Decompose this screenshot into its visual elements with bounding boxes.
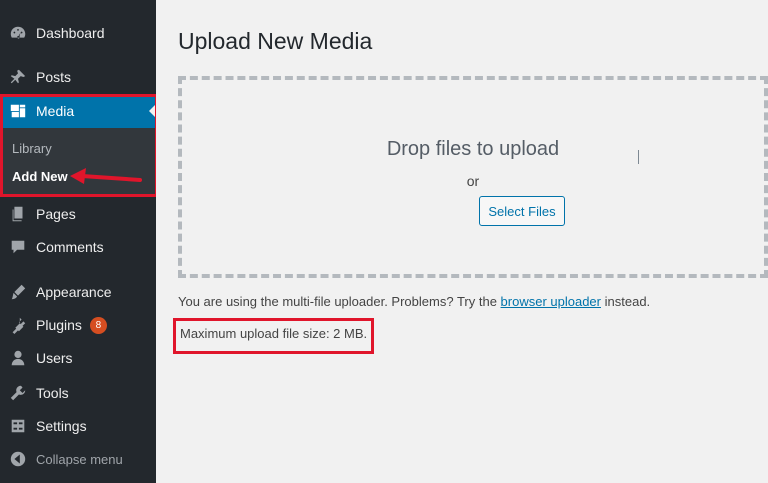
- sidebar-item-label: Users: [36, 350, 73, 366]
- uploader-note-suffix: instead.: [604, 294, 651, 309]
- max-size-highlight: [173, 318, 374, 354]
- sidebar-item-plugins[interactable]: Plugins 8: [0, 308, 156, 342]
- pin-icon: [8, 67, 28, 87]
- uploader-note: You are using the multi-file uploader. P…: [178, 294, 650, 309]
- or-text: or: [466, 173, 480, 189]
- select-files-button[interactable]: Select Files: [479, 196, 565, 226]
- collapse-icon: [8, 449, 28, 469]
- users-icon: [8, 348, 28, 368]
- text-cursor: [638, 150, 639, 164]
- collapse-menu-button[interactable]: Collapse menu: [0, 442, 156, 476]
- plugins-icon: [8, 315, 28, 335]
- drop-zone[interactable]: Drop files to upload or Select Files: [178, 76, 768, 278]
- page-title: Upload New Media: [178, 28, 373, 54]
- sidebar-item-users[interactable]: Users: [0, 341, 156, 375]
- sidebar-item-label: Posts: [36, 69, 72, 85]
- red-arrow-icon: [70, 168, 142, 184]
- appearance-icon: [8, 282, 28, 302]
- dashboard-icon: [8, 23, 28, 43]
- sidebar-item-label: Settings: [36, 418, 87, 434]
- admin-sidebar: Dashboard Posts Media Library Add New Pa…: [0, 0, 156, 483]
- sidebar-item-label: Plugins: [36, 317, 82, 333]
- sidebar-item-label: Appearance: [36, 284, 112, 300]
- tools-icon: [8, 383, 28, 403]
- sidebar-item-dashboard[interactable]: Dashboard: [0, 16, 156, 50]
- collapse-menu-label: Collapse menu: [36, 451, 123, 467]
- sidebar-item-pages[interactable]: Pages: [0, 197, 156, 231]
- sidebar-item-tools[interactable]: Tools: [0, 376, 156, 410]
- sidebar-item-label: Comments: [36, 239, 104, 255]
- plugins-update-badge: 8: [89, 316, 107, 334]
- sidebar-item-settings[interactable]: Settings: [0, 409, 156, 443]
- sidebar-item-label: Pages: [36, 206, 76, 222]
- sidebar-item-label: Tools: [36, 385, 69, 401]
- browser-uploader-link[interactable]: browser uploader: [501, 294, 601, 309]
- pages-icon: [8, 204, 28, 224]
- settings-icon: [8, 416, 28, 436]
- sidebar-item-label: Dashboard: [36, 25, 105, 41]
- comments-icon: [8, 237, 28, 257]
- uploader-note-text: You are using the multi-file uploader. P…: [178, 294, 497, 309]
- sidebar-item-appearance[interactable]: Appearance: [0, 275, 156, 309]
- drop-files-text: Drop files to upload: [386, 138, 560, 160]
- sidebar-item-comments[interactable]: Comments: [0, 230, 156, 264]
- sidebar-item-posts[interactable]: Posts: [0, 60, 156, 94]
